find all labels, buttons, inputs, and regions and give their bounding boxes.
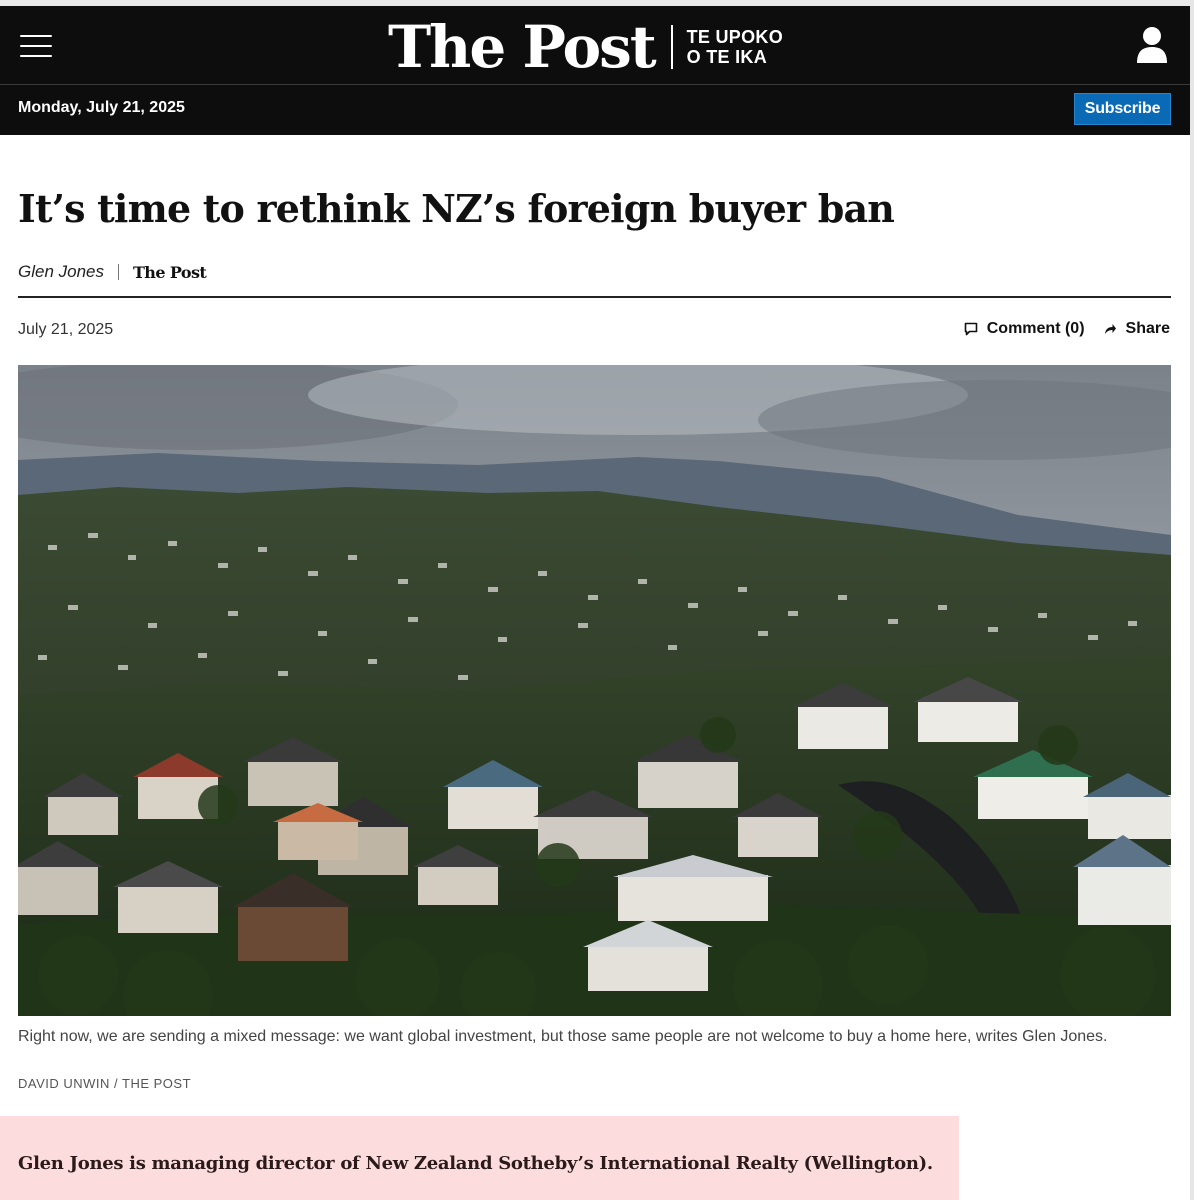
maori-tagline: TE UPOKO O TE IKA — [687, 27, 783, 67]
article-hero-image — [18, 365, 1171, 1016]
share-label: Share — [1125, 320, 1170, 337]
comment-button[interactable]: Comment (0) — [964, 320, 1085, 338]
header-topbar: The Post TE UPOKO O TE IKA — [0, 6, 1190, 84]
byline: Glen Jones The Post — [18, 262, 207, 282]
site-header: The Post TE UPOKO O TE IKA Monday, July … — [0, 6, 1190, 135]
share-button[interactable]: Share — [1103, 320, 1170, 338]
comment-bubble-icon — [964, 322, 978, 336]
subscribe-button[interactable]: Subscribe — [1074, 93, 1171, 125]
current-date: Monday, July 21, 2025 — [18, 99, 185, 116]
user-account-icon[interactable] — [1136, 26, 1168, 64]
publication-name: The Post — [133, 262, 207, 282]
header-divider — [0, 84, 1190, 85]
article-date: July 21, 2025 — [18, 321, 114, 338]
byline-separator — [118, 264, 119, 280]
maori-tagline-line2: O TE IKA — [686, 47, 768, 67]
share-arrow-icon — [1104, 324, 1116, 334]
window-right-frame — [1190, 0, 1194, 1200]
hamburger-menu-icon[interactable] — [20, 33, 52, 59]
comment-label: Comment (0) — [986, 320, 1085, 337]
byline-rule — [18, 296, 1171, 298]
author-name[interactable]: Glen Jones — [18, 262, 104, 282]
article-actions: Comment (0) Share — [964, 320, 1170, 338]
site-logo[interactable]: The Post TE UPOKO O TE IKA — [388, 12, 783, 82]
image-caption: Right now, we are sending a mixed messag… — [18, 1028, 1108, 1045]
logo-wordmark: The Post — [388, 13, 657, 81]
image-credit: DAVID UNWIN / THE POST — [18, 1076, 192, 1091]
maori-tagline-line1: TE UPOKO — [686, 27, 784, 47]
logo-divider — [670, 25, 673, 69]
author-bio: Glen Jones is managing director of New Z… — [18, 1153, 933, 1174]
article-headline: It’s time to rethink NZ’s foreign buyer … — [18, 186, 895, 231]
